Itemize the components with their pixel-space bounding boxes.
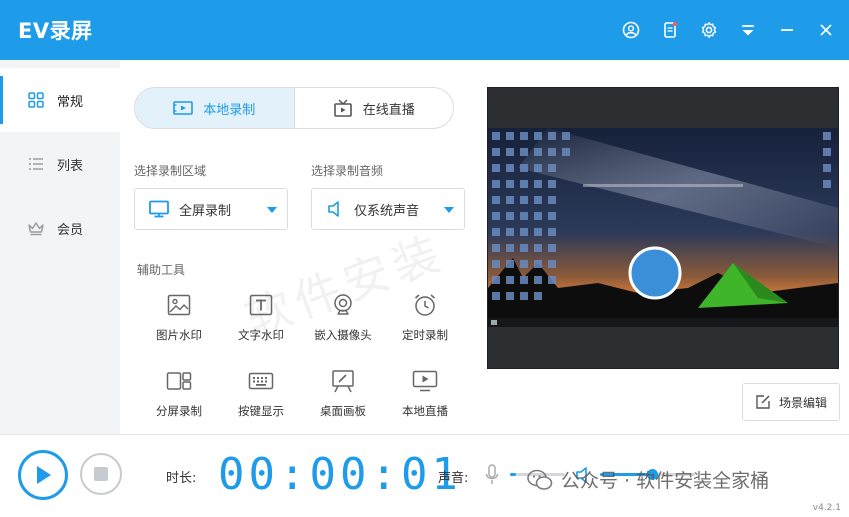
tool-label: 按键显示 (238, 404, 284, 418)
speaker-volume-knob[interactable] (646, 469, 658, 480)
speaker-icon (326, 200, 344, 218)
start-record-button[interactable] (18, 450, 68, 500)
audio-select[interactable]: 仅系统声音 (311, 188, 465, 230)
tool-label: 桌面画板 (320, 404, 366, 418)
edit-icon (755, 394, 771, 410)
main-panel: 软件安装 本地录制 在线直播 选择录制区域 全屏录制 选择录制音频 仅系统声音 … (120, 60, 849, 434)
text-watermark-button[interactable]: 文字水印 (226, 292, 296, 352)
sound-label: 声音: (438, 471, 469, 486)
mic-volume-slider[interactable] (510, 473, 565, 476)
record-icon (173, 100, 194, 116)
keyboard-icon (248, 368, 274, 394)
mode-tabs: 本地录制 在线直播 (134, 87, 454, 129)
list-icon (27, 155, 45, 173)
sidebar-item-label: 会员 (57, 222, 84, 238)
split-screen-icon (166, 368, 192, 394)
tab-label: 本地录制 (203, 102, 256, 118)
speaker-volume-slider[interactable] (600, 469, 695, 480)
bottom-bar: 时长: 00:00:01 声音: v4.2.1 (0, 434, 849, 517)
user-icon[interactable] (617, 16, 645, 44)
record-timer: 00:00:01 (218, 448, 462, 500)
audio-label: 选择录制音频 (311, 164, 384, 178)
gear-icon[interactable] (695, 16, 723, 44)
screen-preview (487, 87, 839, 369)
area-label: 选择录制区域 (134, 164, 207, 178)
sidebar-item-label: 常规 (57, 94, 84, 110)
sidebar-item-list[interactable]: 列表 (0, 132, 120, 196)
grid-icon (27, 91, 45, 109)
monitor-icon (149, 200, 169, 218)
text-icon (248, 292, 274, 318)
split-screen-button[interactable]: 分屏录制 (144, 368, 214, 428)
minimize-icon[interactable] (773, 16, 801, 44)
mic-volume-fill (510, 473, 516, 476)
microphone-icon[interactable] (482, 461, 502, 489)
area-value: 全屏录制 (179, 203, 232, 219)
tool-label: 文字水印 (238, 328, 284, 342)
tool-label: 嵌入摄像头 (314, 328, 372, 342)
image-watermark-button[interactable]: 图片水印 (144, 292, 214, 352)
webcam-icon (330, 292, 356, 318)
image-icon (166, 292, 192, 318)
easel-icon (330, 368, 356, 394)
crown-icon (27, 219, 45, 237)
local-live-button[interactable]: 本地直播 (390, 368, 460, 428)
area-select[interactable]: 全屏录制 (134, 188, 288, 230)
alarm-icon (412, 292, 438, 318)
chevron-down-icon (444, 207, 454, 213)
local-live-icon (412, 368, 438, 394)
audio-value: 仅系统声音 (354, 203, 420, 219)
scene-edit-button[interactable]: 场景编辑 (742, 383, 840, 421)
close-icon[interactable] (812, 16, 840, 44)
stop-record-button[interactable] (80, 453, 122, 495)
title-bar: EV录屏 (0, 0, 849, 60)
menu-icon[interactable] (734, 16, 762, 44)
timed-record-button[interactable]: 定时录制 (390, 292, 460, 352)
tool-label: 定时录制 (402, 328, 448, 342)
tab-local-record[interactable]: 本地录制 (135, 88, 294, 128)
version-label: v4.2.1 (812, 503, 841, 513)
sidebar-item-member[interactable]: 会员 (0, 196, 120, 260)
play-icon (37, 466, 51, 484)
app-title: EV录屏 (18, 19, 93, 43)
sidebar-item-label: 列表 (57, 158, 84, 174)
stop-icon (94, 467, 108, 481)
speaker-volume-icon[interactable] (574, 463, 596, 487)
broadcast-icon (333, 99, 353, 117)
duration-label: 时长: (166, 471, 197, 486)
sidebar: 常规 列表 会员 (0, 60, 120, 434)
sidebar-item-general[interactable]: 常规 (0, 68, 120, 132)
preview-image (488, 128, 838, 327)
chevron-down-icon (267, 207, 277, 213)
speaker-volume-fill (600, 473, 653, 476)
tab-online-live[interactable]: 在线直播 (293, 88, 454, 128)
scene-edit-label: 场景编辑 (778, 395, 827, 410)
notification-icon[interactable] (656, 16, 684, 44)
key-display-button[interactable]: 按键显示 (226, 368, 296, 428)
tool-label: 图片水印 (156, 328, 202, 342)
tab-label: 在线直播 (362, 102, 415, 118)
desktop-drawing-board-button[interactable]: 桌面画板 (308, 368, 378, 428)
tools-label: 辅助工具 (137, 263, 186, 277)
tool-label: 本地直播 (402, 404, 448, 418)
tool-label: 分屏录制 (156, 404, 202, 418)
embed-webcam-button[interactable]: 嵌入摄像头 (308, 292, 378, 352)
